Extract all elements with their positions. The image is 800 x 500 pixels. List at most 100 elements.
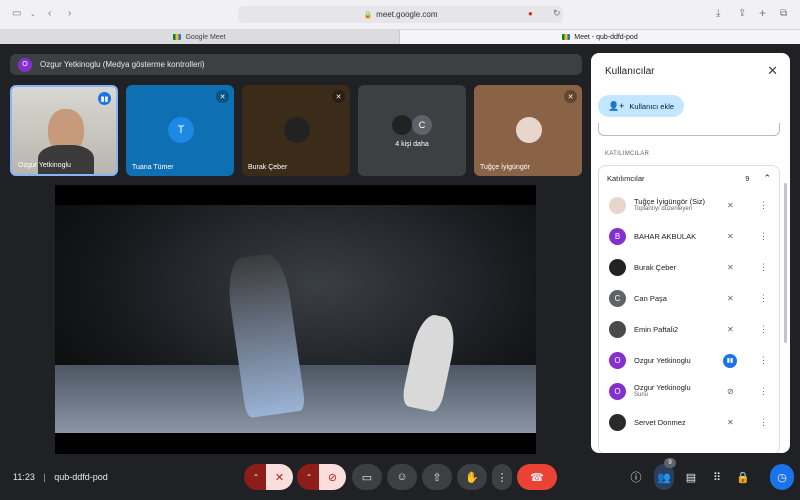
new-tab-icon[interactable]: + <box>759 6 766 20</box>
section-label: KATILIMCILAR <box>605 151 650 157</box>
person-shirt <box>38 145 94 174</box>
present-icon: ⇧ <box>432 471 442 484</box>
emoji-icon: ☺ <box>396 471 408 483</box>
participants-header[interactable]: Katılımcılar 9 ⌃ <box>599 166 779 190</box>
tile-name: Ozgur Yetkinoglu <box>18 162 71 169</box>
more-vert-icon[interactable]: ⋮ <box>759 417 768 428</box>
host-controls-button[interactable]: 🔒 <box>733 464 753 490</box>
reload-icon[interactable]: ↻ <box>553 8 561 19</box>
tile-ozgur[interactable]: ▮▮ Ozgur Yetkinoglu <box>10 85 118 176</box>
list-item[interactable]: Servet Donmez ✕ ⋮ <box>599 407 781 438</box>
tab-label: Meet - qub-ddfd-pod <box>574 33 638 41</box>
more-people-label: 4 kişi daha <box>395 141 429 148</box>
participant-name: Emin Paftali2 <box>634 325 679 334</box>
chevron-up-icon: ⌃ <box>252 472 260 482</box>
meeting-info: 11:23 | qub-ddfd-pod <box>13 472 108 482</box>
mic-off-icon: ✕ <box>727 263 734 272</box>
captions-button[interactable]: ▭ <box>352 464 382 490</box>
tile-more-people[interactable]: C 4 kişi daha <box>358 85 466 176</box>
media-controls-banner[interactable]: O Ozgur Yetkinoglu (Medya gösterme kontr… <box>10 54 582 75</box>
avatar <box>392 115 412 135</box>
tile-burak[interactable]: ✕ Burak Çeber <box>242 85 350 176</box>
participant-name: Can Paşa <box>634 294 667 303</box>
present-button[interactable]: ⇧ <box>422 464 452 490</box>
avatar: O <box>18 57 32 72</box>
leave-call-button[interactable]: ☎ <box>517 464 557 490</box>
tab-meet-call[interactable]: Meet - qub-ddfd-pod <box>400 30 800 44</box>
more-vert-icon[interactable]: ⋮ <box>759 293 768 304</box>
more-vert-icon[interactable]: ⋮ <box>759 200 768 211</box>
speaking-indicator-icon: ▮▮ <box>98 92 111 105</box>
avatar: O <box>609 383 626 400</box>
panel-title: Kullanıcılar <box>605 66 655 77</box>
avatar <box>609 259 626 276</box>
add-person-icon: 👤+ <box>607 100 625 111</box>
sidebar-toggle-icon[interactable]: ▭ <box>12 8 21 19</box>
microphone-icon[interactable]: ● <box>528 9 533 18</box>
avatar <box>609 197 626 214</box>
tile-tuana[interactable]: T ✕ Tuana Tümer <box>126 85 234 176</box>
tab-google-meet[interactable]: Google Meet <box>0 30 400 44</box>
chevron-up-icon: ⌃ <box>763 172 771 183</box>
lock-icon: 🔒 <box>736 471 750 484</box>
camera-toggle-button[interactable]: ⊘ <box>319 464 346 490</box>
timer-icon: ◷ <box>777 471 787 484</box>
add-people-button[interactable]: 👤+ Kullanıcı ekle <box>598 95 684 117</box>
add-people-label: Kullanıcı ekle <box>629 101 675 111</box>
list-item[interactable]: B BAHAR AKBULAK ✕ ⋮ <box>599 221 781 252</box>
share-icon[interactable]: ⇪ <box>738 8 746 19</box>
mic-toggle-button[interactable]: ✕ <box>266 464 293 490</box>
avatar: C <box>412 115 432 135</box>
back-icon[interactable]: ‹ <box>48 8 51 19</box>
more-vert-icon[interactable]: ⋮ <box>759 386 768 397</box>
more-vert-icon[interactable]: ⋮ <box>759 262 768 273</box>
tab-overview-icon[interactable]: ⧉ <box>780 8 787 19</box>
activities-button[interactable]: ⠿ <box>707 464 727 490</box>
address-bar[interactable]: 🔒 meet.google.com <box>238 6 563 23</box>
raise-hand-button[interactable]: ✋ <box>457 464 487 490</box>
meeting-details-button[interactable]: ⓘ <box>626 464 646 490</box>
meeting-area: O Ozgur Yetkinoglu (Medya gösterme kontr… <box>0 45 800 500</box>
avatar: C <box>609 290 626 307</box>
timer-button[interactable]: ◷ <box>770 464 794 490</box>
more-vert-icon[interactable]: ⋮ <box>759 355 768 366</box>
tile-name: Tuğçe İyigüngör <box>480 164 530 171</box>
list-item[interactable]: Emin Paftali2 ✕ ⋮ <box>599 314 781 345</box>
more-vert-icon[interactable]: ⋮ <box>759 231 768 242</box>
list-item[interactable]: Burak Çeber ✕ ⋮ <box>599 252 781 283</box>
avatar: T <box>168 117 194 143</box>
scrollbar[interactable] <box>784 183 787 343</box>
speaking-indicator-icon: ▮▮ <box>723 353 737 368</box>
avatar <box>284 117 310 143</box>
people-panel: Kullanıcılar ✕ 👤+ Kullanıcı ekle KATILIM… <box>591 53 790 453</box>
mic-off-icon: ✕ <box>727 418 734 427</box>
meet-icon <box>562 34 571 40</box>
list-item[interactable]: Tuğçe İyigüngör (Siz) Toplantıyı düzenley… <box>599 190 781 221</box>
search-input[interactable] <box>598 123 780 136</box>
camera-options-button[interactable]: ⌃ <box>297 464 321 490</box>
mic-off-icon: ✕ <box>727 325 734 334</box>
download-icon[interactable]: ⤓ <box>716 8 720 19</box>
chevron-down-icon[interactable]: ⌄ <box>30 10 36 18</box>
url-text: meet.google.com <box>376 10 438 19</box>
participants-header-label: Katılımcılar <box>607 173 645 183</box>
mic-off-icon: ✕ <box>274 471 285 484</box>
more-vert-icon[interactable]: ⋮ <box>759 324 768 335</box>
more-vert-icon: ⋮ <box>496 471 508 484</box>
participant-name: BAHAR AKBULAK <box>634 232 697 241</box>
participant-name: Ozgur Yetkinoglu <box>634 383 691 393</box>
list-item[interactable]: O Ozgur Yetkinoglu Sunu ⊘ ⋮ <box>599 376 781 407</box>
reactions-button[interactable]: ☺ <box>387 464 417 490</box>
avatar <box>609 321 626 338</box>
list-item[interactable]: C Can Paşa ✕ ⋮ <box>599 283 781 314</box>
more-options-button[interactable]: ⋮ <box>492 464 512 490</box>
avatar <box>609 414 626 431</box>
forward-icon[interactable]: › <box>68 8 71 19</box>
list-item[interactable]: O Ozgur Yetkinoglu ▮▮ ⋮ <box>599 345 781 376</box>
avatar: O <box>609 352 626 369</box>
chat-button[interactable]: ▤ <box>681 464 701 490</box>
tile-tugce[interactable]: ✕ Tuğçe İyigüngör <box>474 85 582 176</box>
close-icon[interactable]: ✕ <box>767 63 778 79</box>
mic-options-button[interactable]: ⌃ <box>244 464 268 490</box>
tile-name: Burak Çeber <box>248 164 288 171</box>
